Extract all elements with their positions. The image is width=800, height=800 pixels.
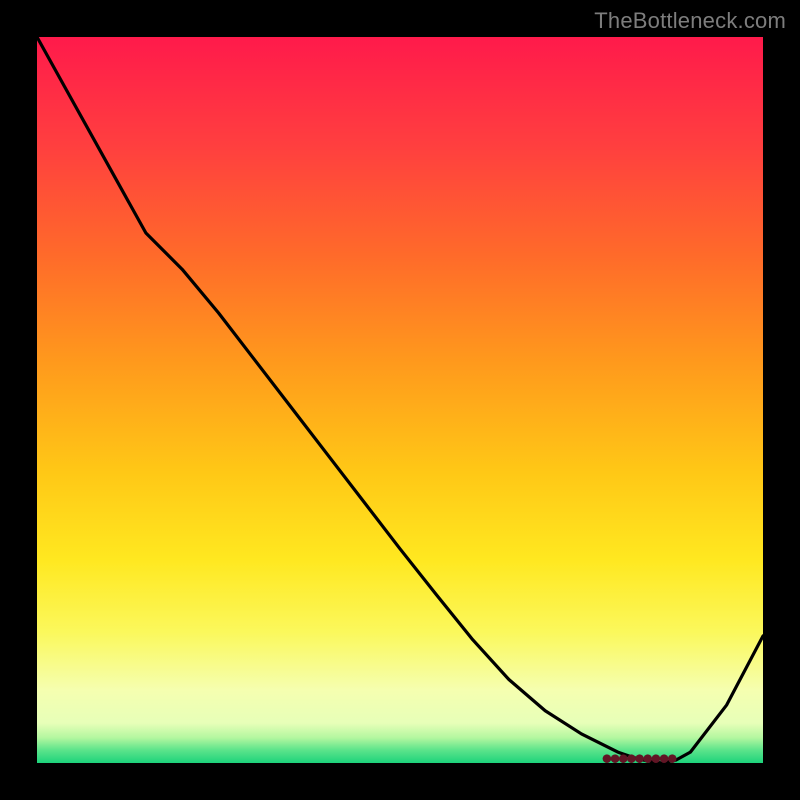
watermark-text: TheBottleneck.com xyxy=(594,8,786,34)
chart-background-gradient xyxy=(37,37,763,763)
chart-root: { "watermark": "TheBottleneck.com", "cha… xyxy=(0,0,800,800)
chart-plot-area xyxy=(37,37,763,763)
chart-marker xyxy=(603,754,677,763)
chart-svg xyxy=(37,37,763,763)
